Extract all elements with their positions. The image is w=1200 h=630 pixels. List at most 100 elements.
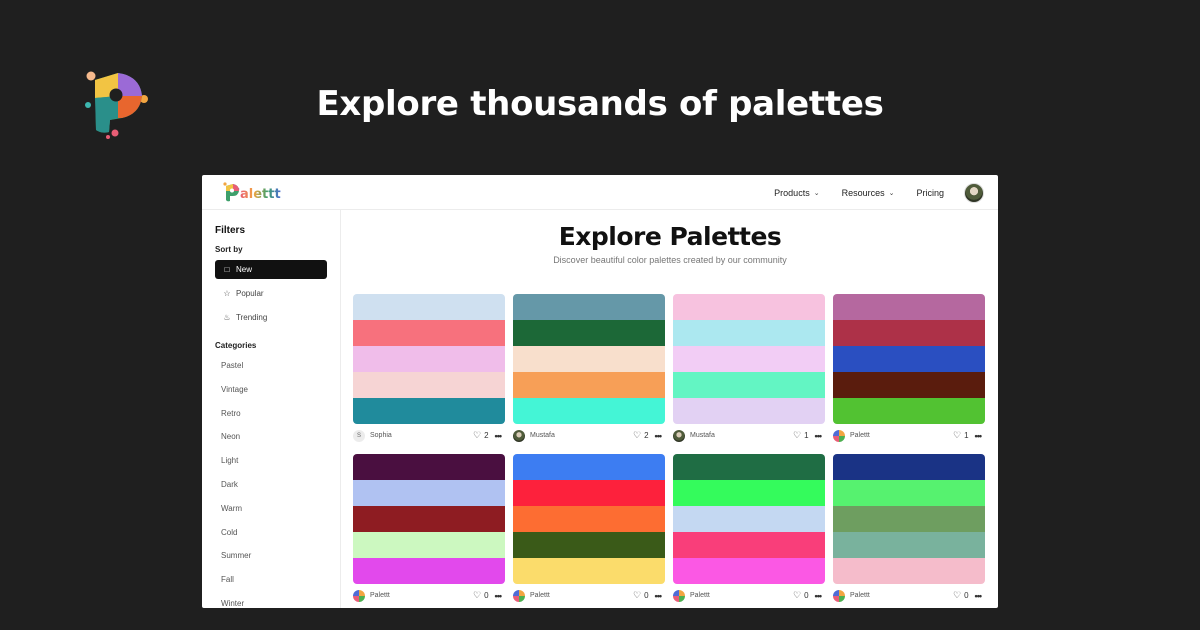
sort-trending[interactable]: ♨ Trending: [215, 308, 327, 327]
palette-swatches[interactable]: [673, 294, 825, 424]
author-name[interactable]: Palettt: [850, 592, 953, 599]
author-avatar[interactable]: [833, 589, 845, 602]
color-swatch[interactable]: [513, 532, 665, 558]
color-swatch[interactable]: [513, 294, 665, 320]
author-name[interactable]: Palettt: [370, 592, 473, 599]
author-avatar[interactable]: [513, 589, 525, 602]
palette-grid: S Sophia ♡ 2 ••• Mustafa ♡ 2 ••• Mustafa ♡ 1 ••• Pale…: [353, 294, 985, 607]
author-name[interactable]: Palettt: [690, 592, 793, 599]
like-button[interactable]: ♡ 2: [633, 430, 649, 441]
color-swatch[interactable]: [513, 398, 665, 424]
nav-products[interactable]: Products ⌄: [774, 188, 819, 198]
more-options-icon[interactable]: •••: [975, 591, 983, 601]
more-options-icon[interactable]: •••: [975, 431, 983, 441]
nav-pricing[interactable]: Pricing: [916, 188, 944, 198]
palette-swatches[interactable]: [513, 294, 665, 424]
category-pastel[interactable]: Pastel: [215, 354, 340, 378]
brand-logo[interactable]: alettt: [222, 181, 281, 203]
category-dark[interactable]: Dark: [215, 473, 340, 497]
category-vintage[interactable]: Vintage: [215, 378, 340, 402]
color-swatch[interactable]: [833, 320, 985, 346]
color-swatch[interactable]: [833, 532, 985, 558]
nav-resources[interactable]: Resources ⌄: [842, 188, 895, 198]
color-swatch[interactable]: [833, 294, 985, 320]
author-avatar[interactable]: [353, 589, 365, 602]
category-fall[interactable]: Fall: [215, 568, 340, 592]
color-swatch[interactable]: [513, 558, 665, 584]
color-swatch[interactable]: [353, 346, 505, 372]
color-swatch[interactable]: [833, 480, 985, 506]
color-swatch[interactable]: [673, 372, 825, 398]
category-winter[interactable]: Winter: [215, 592, 340, 608]
palette-swatches[interactable]: [353, 454, 505, 584]
palette-swatches[interactable]: [833, 294, 985, 424]
more-options-icon[interactable]: •••: [655, 591, 663, 601]
author-name[interactable]: Sophia: [370, 432, 473, 439]
like-button[interactable]: ♡ 0: [793, 590, 809, 601]
color-swatch[interactable]: [833, 346, 985, 372]
category-cold[interactable]: Cold: [215, 521, 340, 545]
author-name[interactable]: Mustafa: [690, 432, 793, 439]
color-swatch[interactable]: [513, 454, 665, 480]
color-swatch[interactable]: [833, 372, 985, 398]
author-name[interactable]: Mustafa: [530, 432, 633, 439]
like-button[interactable]: ♡ 0: [473, 590, 489, 601]
color-swatch[interactable]: [353, 372, 505, 398]
color-swatch[interactable]: [353, 506, 505, 532]
color-swatch[interactable]: [833, 558, 985, 584]
color-swatch[interactable]: [353, 398, 505, 424]
palette-swatches[interactable]: [513, 454, 665, 584]
like-button[interactable]: ♡ 1: [953, 430, 969, 441]
color-swatch[interactable]: [513, 320, 665, 346]
color-swatch[interactable]: [513, 480, 665, 506]
sort-new[interactable]: □ New: [215, 260, 327, 279]
color-swatch[interactable]: [353, 480, 505, 506]
color-swatch[interactable]: [513, 346, 665, 372]
color-swatch[interactable]: [673, 454, 825, 480]
category-neon[interactable]: Neon: [215, 425, 340, 449]
more-options-icon[interactable]: •••: [815, 431, 823, 441]
color-swatch[interactable]: [673, 558, 825, 584]
like-button[interactable]: ♡ 2: [473, 430, 489, 441]
author-name[interactable]: Palettt: [850, 432, 953, 439]
author-avatar[interactable]: [833, 429, 845, 442]
color-swatch[interactable]: [833, 454, 985, 480]
color-swatch[interactable]: [673, 398, 825, 424]
sort-popular[interactable]: ☆ Popular: [215, 284, 327, 303]
category-retro[interactable]: Retro: [215, 402, 340, 426]
color-swatch[interactable]: [833, 398, 985, 424]
palette-swatches[interactable]: [353, 294, 505, 424]
author-avatar[interactable]: S: [353, 429, 365, 442]
category-summer[interactable]: Summer: [215, 544, 340, 568]
user-avatar[interactable]: [964, 182, 984, 203]
color-swatch[interactable]: [353, 558, 505, 584]
more-options-icon[interactable]: •••: [655, 431, 663, 441]
more-options-icon[interactable]: •••: [815, 591, 823, 601]
author-avatar[interactable]: [673, 589, 685, 602]
like-button[interactable]: ♡ 0: [633, 590, 649, 601]
color-swatch[interactable]: [673, 532, 825, 558]
color-swatch[interactable]: [513, 506, 665, 532]
color-swatch[interactable]: [833, 506, 985, 532]
like-button[interactable]: ♡ 1: [793, 430, 809, 441]
color-swatch[interactable]: [353, 320, 505, 346]
color-swatch[interactable]: [353, 454, 505, 480]
color-swatch[interactable]: [673, 346, 825, 372]
like-button[interactable]: ♡ 0: [953, 590, 969, 601]
color-swatch[interactable]: [673, 480, 825, 506]
category-warm[interactable]: Warm: [215, 497, 340, 521]
color-swatch[interactable]: [353, 532, 505, 558]
color-swatch[interactable]: [513, 372, 665, 398]
category-light[interactable]: Light: [215, 449, 340, 473]
author-avatar[interactable]: [673, 429, 685, 442]
author-name[interactable]: Palettt: [530, 592, 633, 599]
more-options-icon[interactable]: •••: [495, 431, 503, 441]
more-options-icon[interactable]: •••: [495, 591, 503, 601]
color-swatch[interactable]: [673, 320, 825, 346]
color-swatch[interactable]: [353, 294, 505, 320]
palette-swatches[interactable]: [673, 454, 825, 584]
color-swatch[interactable]: [673, 506, 825, 532]
author-avatar[interactable]: [513, 429, 525, 442]
color-swatch[interactable]: [673, 294, 825, 320]
palette-swatches[interactable]: [833, 454, 985, 584]
